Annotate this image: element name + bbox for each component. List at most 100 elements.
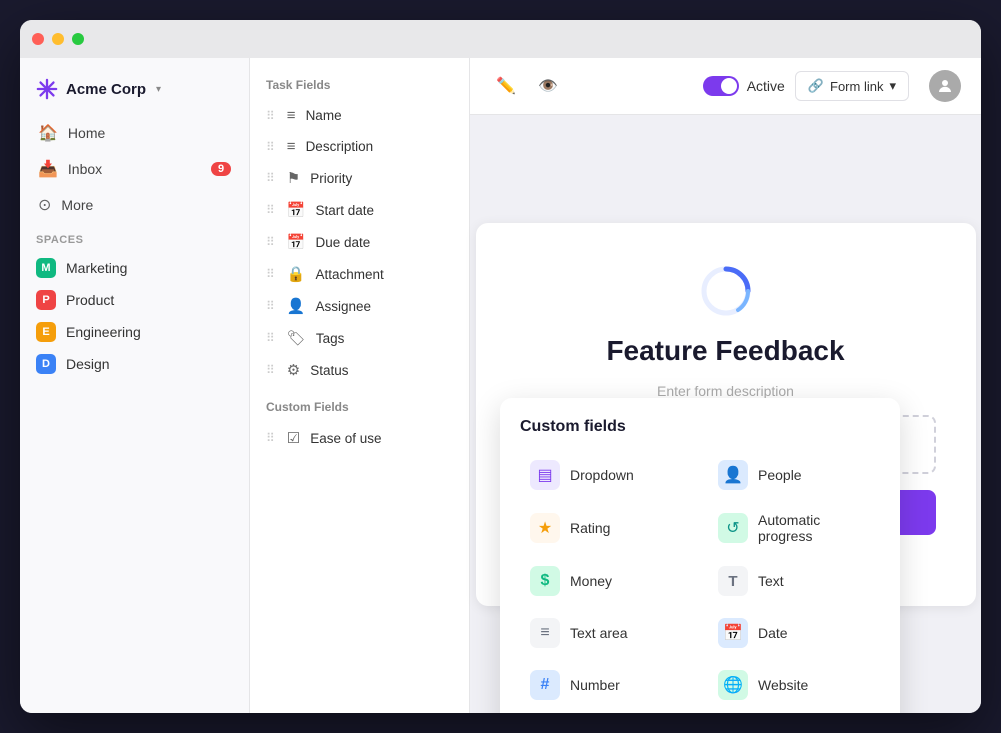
money-icon: $ <box>530 566 560 596</box>
space-icon-e: E <box>36 322 56 342</box>
brand-name: Acme Corp <box>66 81 146 98</box>
form-title: Feature Feedback <box>606 335 844 367</box>
drag-handle-start-date: ⠿ <box>266 203 275 217</box>
field-status[interactable]: ⠿ ⚙ Status <box>250 354 469 386</box>
field-assignee[interactable]: ⠿ 👤 Assignee <box>250 290 469 322</box>
tags-icon: 🏷 <box>287 329 306 347</box>
home-icon: 🏠 <box>38 123 58 143</box>
field-tags[interactable]: ⠿ 🏷 Tags <box>250 322 469 354</box>
cf-item-people[interactable]: 👤 People <box>708 452 880 498</box>
task-fields-label: Task Fields <box>250 74 469 100</box>
sidebar-item-inbox[interactable]: 📥 Inbox 9 <box>28 152 241 186</box>
form-description: Enter form description <box>657 383 794 399</box>
field-ease-label: Ease of use <box>310 431 381 446</box>
active-label: Active <box>747 78 785 94</box>
field-priority-label: Priority <box>310 171 352 186</box>
description-icon: ≡ <box>287 138 296 155</box>
due-date-icon: 📅 <box>287 233 306 251</box>
fields-panel: Task Fields ⠿ ≡ Name ⠿ ≡ Description ⠿ ⚑… <box>250 58 470 713</box>
cf-rating-label: Rating <box>570 520 610 536</box>
drag-handle-tags: ⠿ <box>266 331 275 345</box>
textarea-icon: ≡ <box>530 618 560 648</box>
space-icon-m: M <box>36 258 56 278</box>
app-body: Acme Corp ▾ 🏠 Home 📥 Inbox 9 ⊙ More S <box>20 58 981 713</box>
toggle-switch[interactable] <box>703 76 739 96</box>
sidebar-item-product[interactable]: P Product <box>20 284 249 316</box>
active-toggle[interactable]: Active <box>703 76 785 96</box>
cf-item-auto-progress[interactable]: ↺ Automatic progress <box>708 504 880 552</box>
inbox-icon: 📥 <box>38 159 58 179</box>
field-start-date[interactable]: ⠿ 📅 Start date <box>250 194 469 226</box>
pencil-icon: ✏️ <box>496 76 516 96</box>
sidebar-item-design[interactable]: D Design <box>20 348 249 380</box>
field-start-date-label: Start date <box>315 203 374 218</box>
attachment-icon: 🔒 <box>287 265 306 283</box>
sidebar: Acme Corp ▾ 🏠 Home 📥 Inbox 9 ⊙ More S <box>20 58 250 713</box>
link-icon: 🔗 <box>808 78 824 94</box>
drag-handle-due-date: ⠿ <box>266 235 275 249</box>
titlebar <box>20 20 981 58</box>
cf-item-website[interactable]: 🌐 Website <box>708 662 880 708</box>
drag-handle-attachment: ⠿ <box>266 267 275 281</box>
space-icon-d: D <box>36 354 56 374</box>
maximize-button[interactable] <box>72 33 84 45</box>
number-icon: # <box>530 670 560 700</box>
main-content: ✏️ 👁️ Active 🔗 Form link ▾ <box>470 58 981 713</box>
custom-fields-overlay: Custom fields ▤ Dropdown 👤 People ★ Rati… <box>500 398 900 713</box>
space-design-label: Design <box>66 356 110 372</box>
sidebar-item-marketing[interactable]: M Marketing <box>20 252 249 284</box>
brand-icon <box>36 78 58 100</box>
overlay-title: Custom fields <box>520 418 880 436</box>
space-marketing-label: Marketing <box>66 260 127 276</box>
field-status-label: Status <box>310 363 348 378</box>
status-icon: ⚙ <box>287 361 300 379</box>
field-attachment-label: Attachment <box>315 267 383 282</box>
close-button[interactable] <box>32 33 44 45</box>
form-link-chevron: ▾ <box>889 78 896 94</box>
field-tags-label: Tags <box>316 331 345 346</box>
spaces-label: Spaces <box>20 222 249 252</box>
preview-button[interactable]: 👁️ <box>532 70 564 102</box>
sidebar-item-engineering[interactable]: E Engineering <box>20 316 249 348</box>
field-ease-of-use[interactable]: ⠿ ☑ Ease of use <box>250 422 469 454</box>
form-link-button[interactable]: 🔗 Form link ▾ <box>795 71 909 101</box>
field-name-label: Name <box>306 108 342 123</box>
people-icon: 👤 <box>718 460 748 490</box>
sidebar-item-more-label: More <box>61 197 93 213</box>
custom-fields-label: Custom Fields <box>250 396 469 422</box>
priority-icon: ⚑ <box>287 169 300 187</box>
toggle-knob <box>721 78 737 94</box>
space-icon-p: P <box>36 290 56 310</box>
start-date-icon: 📅 <box>287 201 306 219</box>
cf-text-label: Text <box>758 573 784 589</box>
cf-grid: ▤ Dropdown 👤 People ★ Rating ↺ Automatic… <box>520 452 880 713</box>
main-toolbar: ✏️ 👁️ Active 🔗 Form link ▾ <box>470 58 981 115</box>
sidebar-item-more[interactable]: ⊙ More <box>28 188 241 222</box>
cf-money-label: Money <box>570 573 612 589</box>
cf-item-money[interactable]: $ Money <box>520 558 692 604</box>
sidebar-nav: 🏠 Home 📥 Inbox 9 ⊙ More <box>20 116 249 222</box>
cf-people-label: People <box>758 467 802 483</box>
avatar <box>929 70 961 102</box>
cf-item-text[interactable]: T Text <box>708 558 880 604</box>
minimize-button[interactable] <box>52 33 64 45</box>
cf-item-textarea[interactable]: ≡ Text area <box>520 610 692 656</box>
space-product-label: Product <box>66 292 114 308</box>
cf-auto-progress-label: Automatic progress <box>758 512 870 544</box>
drag-handle-description: ⠿ <box>266 140 275 154</box>
cf-item-dropdown[interactable]: ▤ Dropdown <box>520 452 692 498</box>
field-priority[interactable]: ⠿ ⚑ Priority <box>250 162 469 194</box>
field-due-date[interactable]: ⠿ 📅 Due date <box>250 226 469 258</box>
field-description-label: Description <box>306 139 374 154</box>
cf-item-rating[interactable]: ★ Rating <box>520 504 692 552</box>
app-window: Acme Corp ▾ 🏠 Home 📥 Inbox 9 ⊙ More S <box>20 20 981 713</box>
sidebar-item-home[interactable]: 🏠 Home <box>28 116 241 150</box>
brand-button[interactable]: Acme Corp ▾ <box>20 70 249 116</box>
cf-item-date[interactable]: 📅 Date <box>708 610 880 656</box>
field-description[interactable]: ⠿ ≡ Description <box>250 131 469 162</box>
edit-button[interactable]: ✏️ <box>490 70 522 102</box>
cf-item-number[interactable]: # Number <box>520 662 692 708</box>
name-icon: ≡ <box>287 107 296 124</box>
field-name[interactable]: ⠿ ≡ Name <box>250 100 469 131</box>
field-attachment[interactable]: ⠿ 🔒 Attachment <box>250 258 469 290</box>
